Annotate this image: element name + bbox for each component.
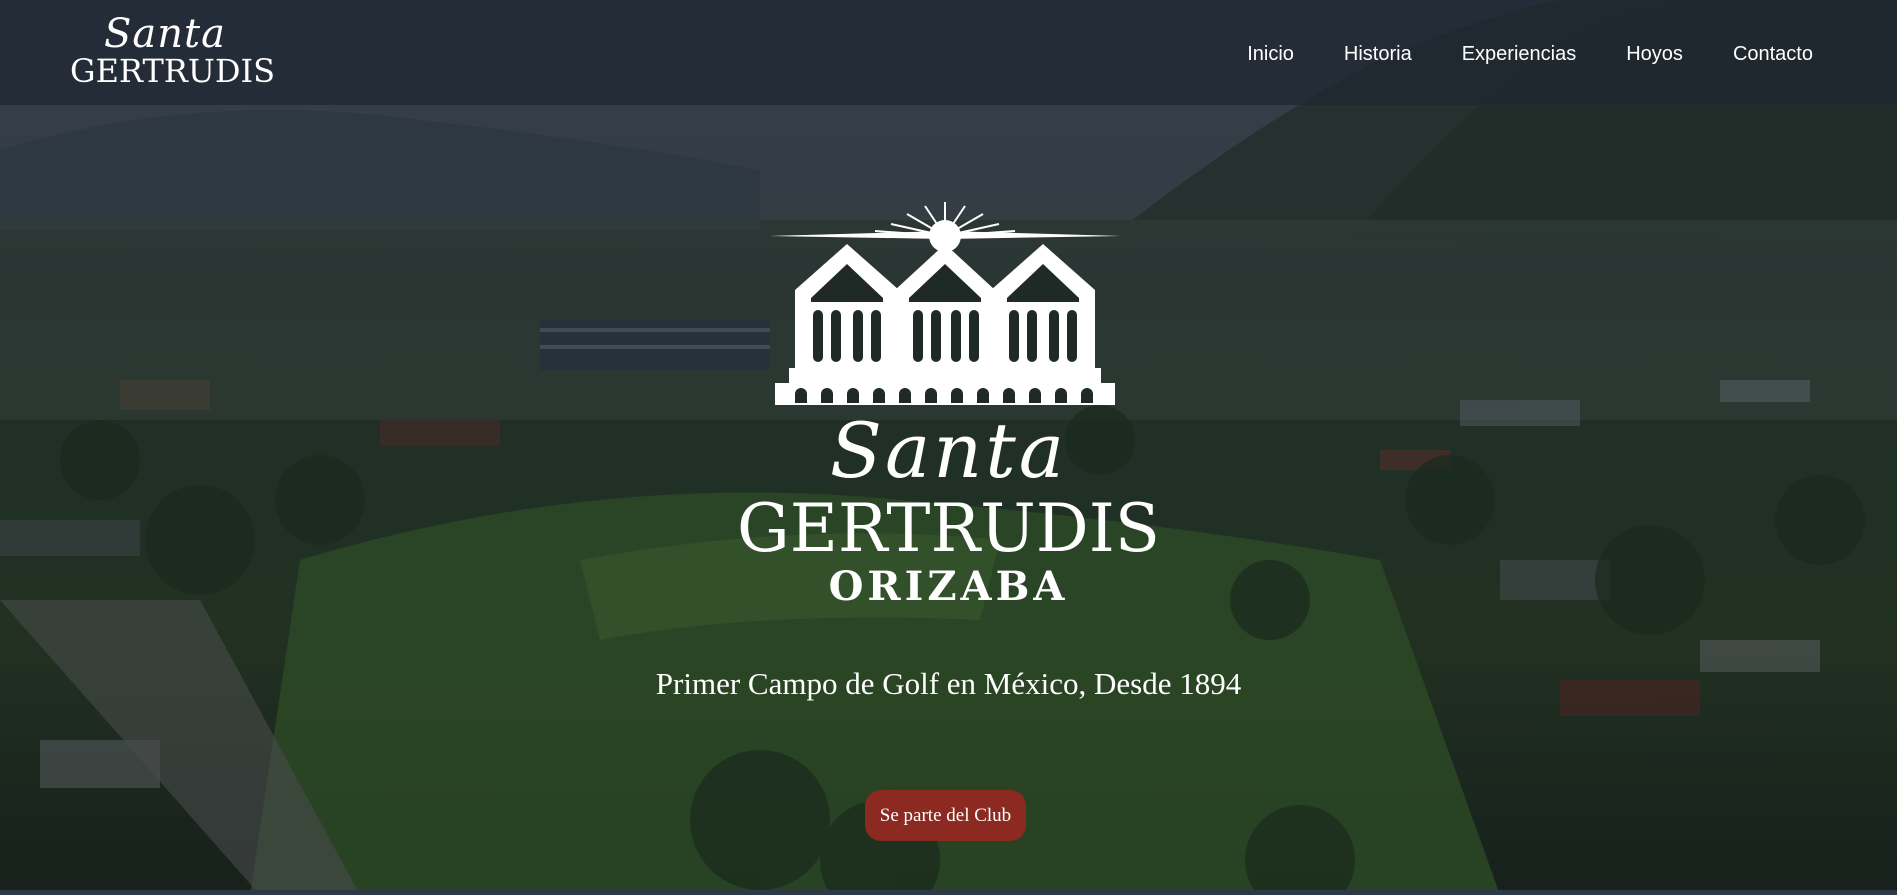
nav-item-historia[interactable]: Historia	[1344, 40, 1412, 68]
hero-brand-gertrudis: GERTRUDIS	[737, 490, 1160, 567]
nav-item-hoyos[interactable]: Hoyos	[1626, 40, 1683, 68]
header-logo[interactable]: Santa GERTRUDIS	[70, 11, 276, 90]
hacienda-sun-emblem-icon	[769, 202, 1121, 405]
main-nav: Inicio Historia Experiencias Hoyos Conta…	[1197, 40, 1813, 68]
nav-item-contacto[interactable]: Contacto	[1733, 40, 1813, 68]
hero-section: Santa GERTRUDIS Inicio Historia Experien…	[0, 0, 1897, 895]
bottom-divider	[0, 890, 1897, 895]
nav-item-inicio[interactable]: Inicio	[1247, 40, 1294, 68]
header-logo-line1: Santa	[104, 11, 226, 57]
header-logo-line2: GERTRUDIS	[70, 52, 276, 90]
hero-brand-santa: Santa	[829, 406, 1068, 495]
hero-brand-orizaba: ORIZABA	[828, 563, 1069, 610]
join-club-button[interactable]: Se parte del Club	[865, 790, 1026, 841]
nav-item-experiencias[interactable]: Experiencias	[1462, 40, 1577, 68]
hero-tagline: Primer Campo de Golf en México, Desde 18…	[655, 666, 1242, 701]
site-header: Santa GERTRUDIS Inicio Historia Experien…	[0, 0, 1897, 105]
